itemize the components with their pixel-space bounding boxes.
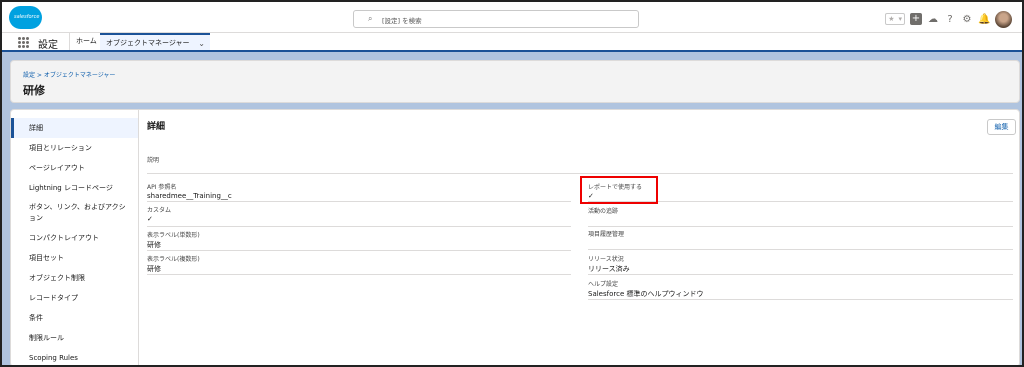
sidebar-item-details[interactable]: 詳細 [11,118,138,138]
field-label: ヘルプ設定 [588,281,619,288]
field-value: リリース済み [588,265,630,273]
field-label-singular: 表示ラベル(単数形) 研修 [147,230,571,251]
star-icon[interactable]: ★ [886,14,896,24]
salesforce-logo[interactable]: salesforce [9,6,42,29]
global-actions-plus-icon[interactable]: + [910,13,922,25]
sidebar-item-lightning-pages[interactable]: Lightning レコードページ [11,178,138,198]
annotation-highlight-box [580,176,658,204]
logo-text: salesforce [14,14,40,20]
field-label: 表示ラベル(複数形) [147,256,200,263]
page-header: 設定 > オブジェクトマネージャー 研修 [10,60,1020,103]
sidebar-item-buttons-links-actions[interactable]: ボタン、リンク、およびアクション [11,198,138,228]
field-label: カスタム [147,207,172,214]
detail-title: 詳細 [147,122,166,132]
object-sidebar: 詳細 項目とリレーション ページレイアウト Lightning レコードページ … [11,110,139,365]
field-label: リリース状況 [588,256,624,263]
breadcrumb[interactable]: 設定 > オブジェクトマネージャー [23,70,115,79]
sidebar-item-conditions[interactable]: 条件 [11,308,138,328]
gear-icon[interactable]: ⚙ [961,14,973,25]
sidebar-item-record-types[interactable]: レコードタイプ [11,288,138,308]
field-label: 活動の追跡 [588,208,619,215]
sidebar-item-scoping-rules[interactable]: Scoping Rules [11,348,138,365]
tab-object-manager[interactable]: オブジェクトマネージャー ⌄ [100,33,210,50]
app-frame: salesforce ⌕ [設定] を検索 ★ ▾ + ☁ ? ⚙ 🔔 設定 ホ… [0,0,1024,367]
app-navbar: 設定 ホーム オブジェクトマネージャー ⌄ [2,33,1022,52]
chevron-down-icon[interactable]: ▾ [896,14,904,24]
tab-object-manager-label: オブジェクトマネージャー [106,39,190,47]
sidebar-item-fields[interactable]: 項目とリレーション [11,138,138,158]
help-icon[interactable]: ? [944,14,956,25]
app-launcher-icon[interactable] [18,37,29,48]
trailhead-icon[interactable]: ☁ [927,14,939,25]
field-track-activities: 活動の追跡 [588,206,1013,227]
sidebar-item-object-limits[interactable]: オブジェクト制限 [11,268,138,288]
chevron-down-icon[interactable]: ⌄ [198,35,205,52]
global-search-input[interactable]: ⌕ [設定] を検索 [353,10,639,28]
field-label-plural: 表示ラベル(複数形) 研修 [147,254,571,275]
detail-panel: 詳細 編集 説明 API 参照名 sharedmee__Training__c … [139,110,1019,365]
field-label: 表示ラベル(単数形) [147,232,200,239]
tab-home[interactable]: ホーム [69,33,103,50]
sidebar-item-page-layouts[interactable]: ページレイアウト [11,158,138,178]
field-deployment-status: リリース状況 リリース済み [588,254,1013,275]
field-value: 研修 [147,265,161,273]
field-label: 項目履歴管理 [588,231,625,238]
sidebar-item-field-sets[interactable]: 項目セット [11,248,138,268]
checkmark-icon: ✓ [147,215,153,223]
search-icon: ⌕ [368,14,373,23]
bell-icon[interactable]: 🔔 [978,14,990,25]
object-detail-card: 詳細 項目とリレーション ページレイアウト Lightning レコードページ … [10,109,1020,365]
sidebar-item-compact-layouts[interactable]: コンパクトレイアウト [11,228,138,248]
header-utilities: ★ ▾ + ☁ ? ⚙ 🔔 [885,10,1012,28]
edit-button[interactable]: 編集 [987,119,1016,135]
page-title: 研修 [23,84,45,97]
field-value: sharedmee__Training__c [147,192,232,200]
global-header: salesforce ⌕ [設定] を検索 ★ ▾ + ☁ ? ⚙ 🔔 [2,2,1022,33]
field-description: 説明 [147,155,1013,174]
field-api-name: API 参照名 sharedmee__Training__c [147,182,571,202]
field-value: 研修 [147,241,161,249]
app-name: 設定 [38,40,58,51]
search-placeholder: [設定] を検索 [382,17,422,25]
field-value: Salesforce 標準のヘルプウィンドウ [588,290,704,298]
field-help-settings: ヘルプ設定 Salesforce 標準のヘルプウィンドウ [588,279,1013,300]
field-history-tracking: 項目履歴管理 [588,229,1013,250]
sidebar-item-restriction-rules[interactable]: 制限ルール [11,328,138,348]
field-label: API 参照名 [147,184,177,191]
field-label: 説明 [147,157,160,164]
avatar[interactable] [995,10,1012,28]
field-custom: カスタム ✓ [147,205,571,227]
favorites-button[interactable]: ★ ▾ [885,13,905,25]
